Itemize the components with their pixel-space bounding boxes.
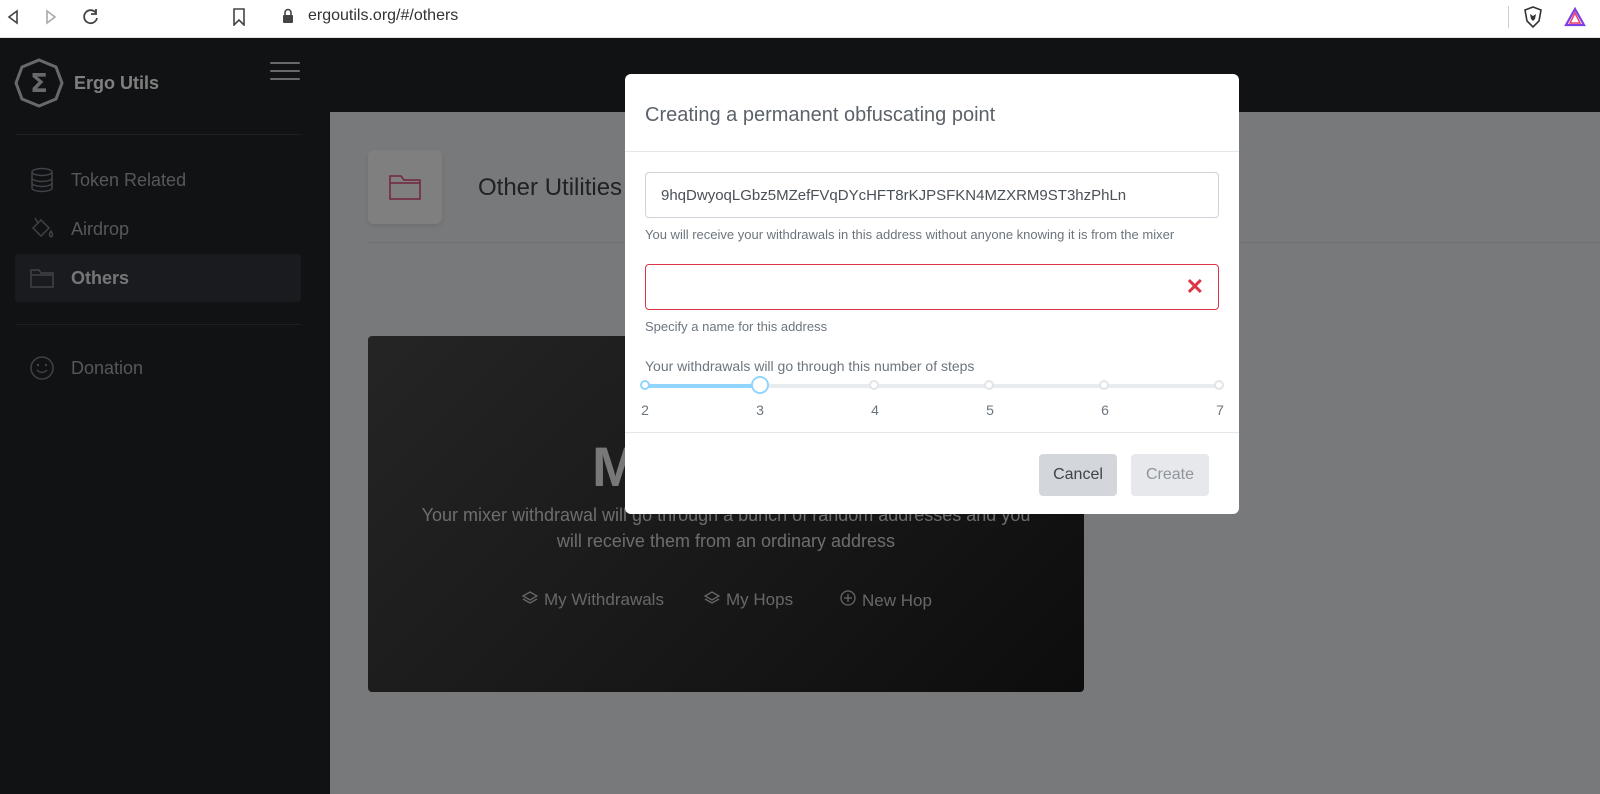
modal-title: Creating a permanent obfuscating point (645, 104, 996, 126)
address-help-text: You will receive your withdrawals in thi… (645, 227, 1175, 242)
modal-footer-divider (625, 432, 1239, 433)
address-name-help-text: Specify a name for this address (645, 319, 828, 334)
bookmark-icon[interactable] (226, 4, 252, 30)
steps-slider-dot[interactable] (1214, 380, 1224, 390)
steps-slider-dot[interactable] (1099, 380, 1109, 390)
modal-header-divider (625, 151, 1239, 152)
address-bar[interactable]: ergoutils.org/#/others (308, 7, 458, 25)
brave-shield-icon[interactable] (1520, 4, 1546, 30)
steps-mark[interactable]: 6 (1095, 402, 1115, 418)
steps-label: Your withdrawals will go through this nu… (645, 358, 975, 374)
address-name-input[interactable]: ✕ (645, 264, 1219, 310)
forward-icon[interactable] (38, 4, 64, 30)
back-icon[interactable] (0, 4, 26, 30)
steps-slider-dot[interactable] (869, 380, 879, 390)
address-input[interactable]: 9hqDwyoqLGbz5MZefFVqDYcHFT8rKJPSFKN4MZXR… (645, 172, 1219, 218)
toolbar-divider (1508, 6, 1509, 28)
steps-mark[interactable]: 4 (865, 402, 885, 418)
steps-mark[interactable]: 2 (635, 402, 655, 418)
brave-rewards-icon[interactable] (1562, 4, 1588, 30)
create-obfuscating-point-modal: Creating a permanent obfuscating point 9… (625, 74, 1239, 514)
steps-slider-handle[interactable] (751, 376, 769, 394)
steps-mark[interactable]: 7 (1210, 402, 1230, 418)
steps-slider-fill (645, 384, 760, 388)
steps-slider-dot[interactable] (640, 380, 650, 390)
reload-icon[interactable] (78, 4, 104, 30)
cancel-button[interactable]: Cancel (1039, 454, 1117, 496)
browser-toolbar: ergoutils.org/#/others (0, 0, 1600, 38)
create-button[interactable]: Create (1131, 454, 1209, 496)
steps-mark[interactable]: 3 (750, 402, 770, 418)
lock-icon (282, 8, 294, 29)
steps-mark[interactable]: 5 (980, 402, 1000, 418)
steps-slider-dot[interactable] (984, 380, 994, 390)
error-x-icon: ✕ (1185, 274, 1204, 299)
